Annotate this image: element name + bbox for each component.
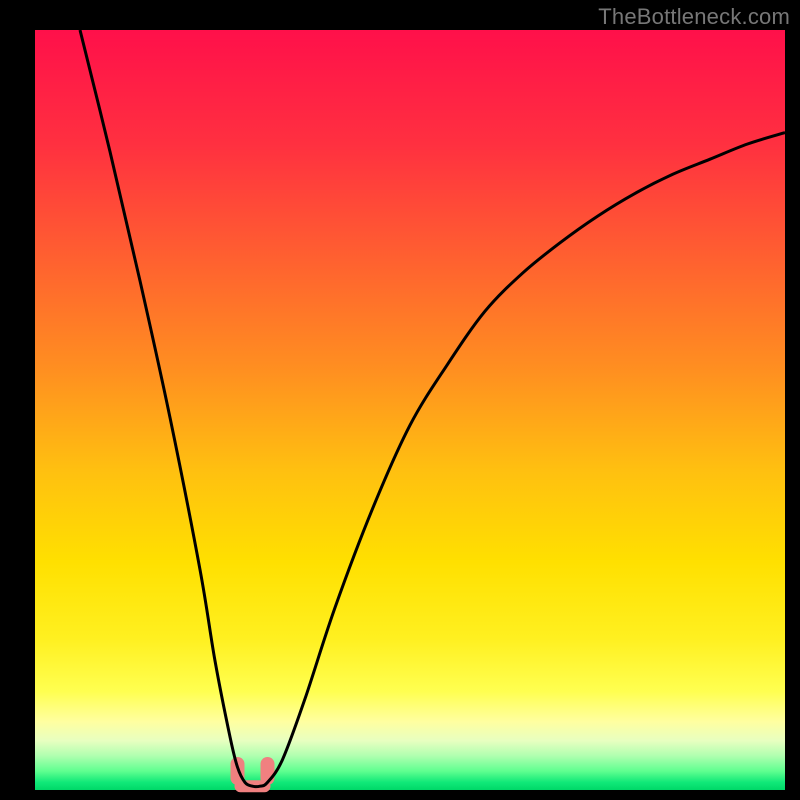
bottleneck-chart — [0, 0, 800, 800]
plot-background — [35, 30, 785, 790]
chart-frame: TheBottleneck.com — [0, 0, 800, 800]
